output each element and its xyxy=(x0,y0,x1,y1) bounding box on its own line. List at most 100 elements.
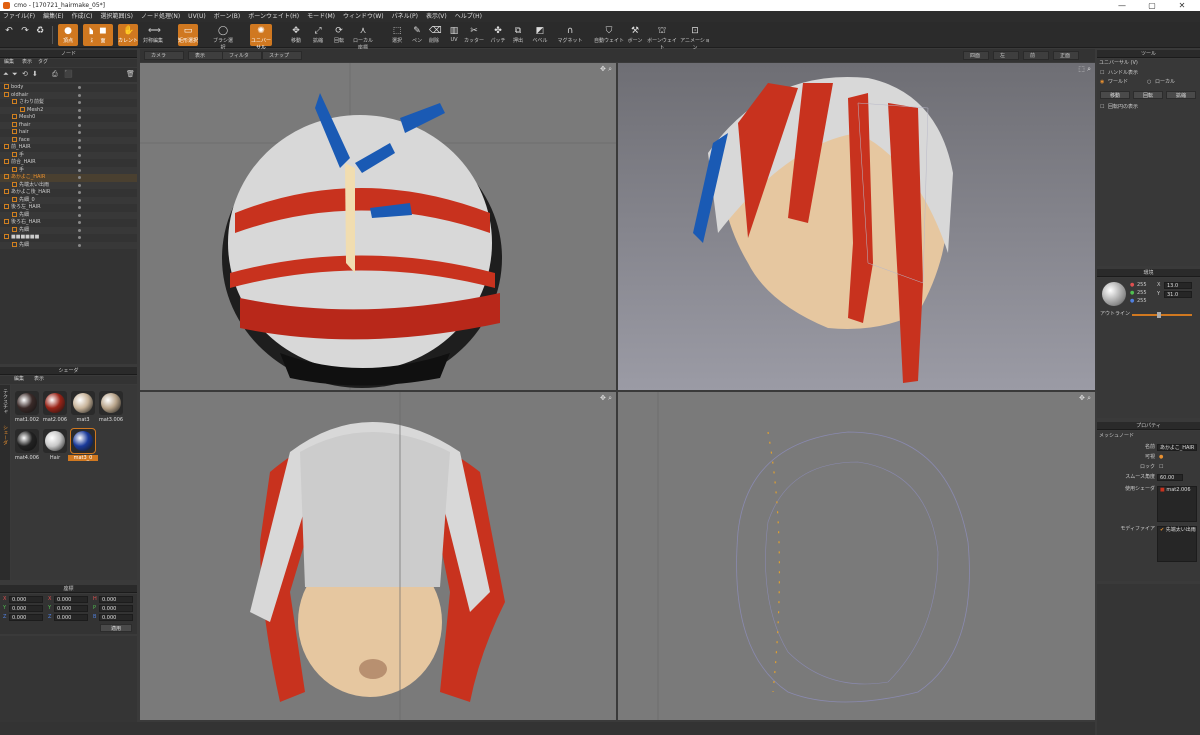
shader-menu-view[interactable]: 表示 xyxy=(34,376,44,383)
tool-10[interactable]: ⟳ 回転 xyxy=(328,24,350,46)
coord-field[interactable]: 0.000 xyxy=(9,596,43,603)
outline-slider[interactable] xyxy=(1132,314,1192,316)
redo-button[interactable]: ↷ xyxy=(20,24,30,46)
material-swatch[interactable] xyxy=(71,391,95,415)
world-radio[interactable]: ◉ xyxy=(1100,79,1104,86)
zoom-search-icon[interactable]: ✥ ⌕ xyxy=(600,65,612,74)
menu-item-6[interactable]: ボーン(B) xyxy=(214,11,241,22)
maximize-button[interactable]: ▢ xyxy=(1140,0,1164,11)
node-row[interactable]: hair xyxy=(0,129,137,137)
close-button[interactable]: ✕ xyxy=(1170,0,1194,11)
tool-16[interactable]: ✂ カッター xyxy=(463,24,485,46)
tool-15[interactable]: ▥ UV xyxy=(443,24,465,46)
collapse-icon[interactable]: ⏶ xyxy=(3,71,9,78)
visibility-dot-icon[interactable] xyxy=(78,236,81,239)
view-quad-button[interactable]: 四面 xyxy=(963,51,989,60)
node-row[interactable]: face xyxy=(0,136,137,144)
material-swatch[interactable] xyxy=(70,428,96,454)
menu-item-4[interactable]: ノード処理(N) xyxy=(141,11,180,22)
g-value[interactable]: 255 xyxy=(1137,290,1147,297)
node-row[interactable]: 後ろ左_HAIR xyxy=(0,204,137,212)
visibility-dot-icon[interactable] xyxy=(78,198,81,202)
coord-field[interactable]: 0.000 xyxy=(9,614,43,621)
visible-checkbox[interactable]: ● xyxy=(1159,454,1163,461)
menu-item-11[interactable]: 表示(V) xyxy=(426,11,447,22)
view-front-button[interactable]: 前 xyxy=(1023,51,1049,60)
coord-field[interactable]: 0.000 xyxy=(54,614,88,621)
tool-17[interactable]: ✤ パッチ xyxy=(487,24,509,46)
visibility-dot-icon[interactable] xyxy=(78,206,81,209)
rotate-button[interactable]: 回転 xyxy=(1133,91,1163,99)
smooth-field[interactable]: 60.00 xyxy=(1157,474,1183,481)
viewport-perspective[interactable]: ⬚ ⌕ xyxy=(618,63,1095,390)
menu-item-2[interactable]: 作成(C) xyxy=(72,11,93,22)
menu-item-1[interactable]: 編集(E) xyxy=(43,11,63,22)
tab-texture[interactable]: テクスチャ xyxy=(1,389,8,414)
view-left-button[interactable]: 左 xyxy=(993,51,1019,60)
menu-item-3[interactable]: 選択範囲(S) xyxy=(101,11,134,22)
node-row[interactable]: oldhair xyxy=(0,91,137,99)
trash-icon[interactable]: 🗑 xyxy=(126,71,135,78)
node-menu-edit[interactable]: 編集 xyxy=(4,59,14,66)
viewport-front[interactable]: ✥ ⌕ xyxy=(140,392,616,720)
node-row[interactable]: body xyxy=(0,84,137,92)
coord-field[interactable]: 0.000 xyxy=(99,614,133,621)
node-row[interactable]: あかよこ_HAIR xyxy=(0,174,137,182)
tool-24[interactable]: ⊡ アニメーション xyxy=(678,24,712,51)
refresh-icon[interactable]: ⟲ xyxy=(22,71,28,78)
coord-field[interactable]: 0.000 xyxy=(9,605,43,612)
outline-slider-handle[interactable] xyxy=(1157,312,1161,318)
x-field[interactable]: 13.0 xyxy=(1164,282,1192,289)
tool-4[interactable]: ⟺ 対称編集 xyxy=(143,24,163,46)
node-row[interactable]: Mesh0 xyxy=(0,114,137,122)
filter-menu[interactable]: フィルタ xyxy=(222,51,262,60)
visibility-dot-icon[interactable] xyxy=(78,176,81,179)
lock-checkbox[interactable]: ☐ xyxy=(1159,464,1163,471)
visibility-dot-icon[interactable] xyxy=(78,101,81,104)
node-row[interactable]: 前合_HAIR xyxy=(0,159,137,167)
node-row[interactable]: fhair xyxy=(0,121,137,129)
visibility-dot-icon[interactable] xyxy=(78,228,81,232)
move-down-icon[interactable]: ⬇ xyxy=(32,71,38,78)
tool-2[interactable]: ◼ 面 xyxy=(93,24,113,46)
visibility-dot-icon[interactable] xyxy=(78,108,81,112)
material-swatch[interactable] xyxy=(15,429,39,453)
undo-button[interactable]: ↶ xyxy=(4,24,14,46)
coord-field[interactable]: 0.000 xyxy=(54,605,88,612)
visibility-dot-icon[interactable] xyxy=(78,161,81,164)
visibility-dot-icon[interactable] xyxy=(78,213,81,217)
expand-icon[interactable]: ⏷ xyxy=(12,71,18,78)
tool-0[interactable]: ● 頂点 xyxy=(58,24,78,46)
b-value[interactable]: 255 xyxy=(1137,298,1147,305)
coord-field[interactable]: 0.000 xyxy=(99,596,133,603)
tool-14[interactable]: ⌫ 削除 xyxy=(423,24,445,46)
visibility-dot-icon[interactable] xyxy=(78,116,81,119)
menu-item-8[interactable]: モード(M) xyxy=(307,11,335,22)
tool-11[interactable]: ⋏ ローカル座標 xyxy=(352,24,374,51)
handle-checkbox[interactable]: ☐ xyxy=(1100,70,1104,77)
tab-shader[interactable]: シェーダ xyxy=(1,425,8,445)
move-button[interactable]: 移動 xyxy=(1100,91,1130,99)
menu-item-10[interactable]: パネル(P) xyxy=(392,11,418,22)
visibility-dot-icon[interactable] xyxy=(78,123,81,127)
menu-item-5[interactable]: UV(U) xyxy=(188,11,206,22)
node-row[interactable]: 手 xyxy=(0,151,137,159)
coord-field[interactable]: 0.000 xyxy=(54,596,88,603)
material-swatch[interactable] xyxy=(15,391,39,415)
recycle-button[interactable]: ♻ xyxy=(34,24,46,46)
snap-menu[interactable]: スナップ xyxy=(262,51,302,60)
visibility-dot-icon[interactable] xyxy=(78,131,81,134)
zoom-search-icon-3[interactable]: ✥ ⌕ xyxy=(1079,394,1091,403)
node-menu-tag[interactable]: タグ xyxy=(38,59,48,66)
node-row[interactable]: さわり前髪 xyxy=(0,99,137,107)
node-row[interactable]: Mesh2 xyxy=(0,106,137,114)
node-row[interactable]: 先細 xyxy=(0,226,137,234)
menu-item-9[interactable]: ウィンドウ(W) xyxy=(343,11,384,22)
tool-23[interactable]: ⛫ ボーンウェイト xyxy=(645,24,679,51)
coord-field[interactable]: 0.000 xyxy=(99,605,133,612)
local-radio[interactable]: ○ xyxy=(1147,79,1151,86)
node-row[interactable]: 先端太い出雨 xyxy=(0,181,137,189)
tool-18[interactable]: ⧉ 押出 xyxy=(507,24,529,46)
minimize-button[interactable]: — xyxy=(1110,0,1134,11)
tool-3[interactable]: ✋ カレント xyxy=(118,24,138,46)
